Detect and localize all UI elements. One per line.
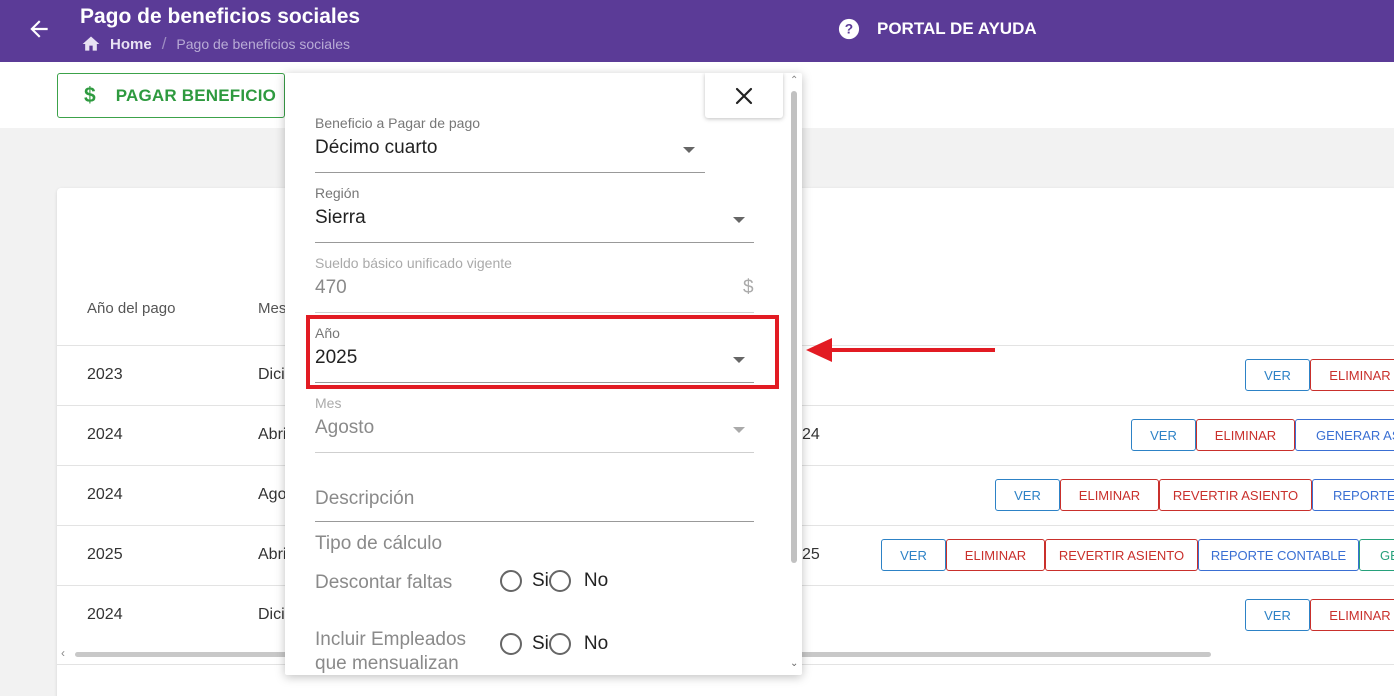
field-underline: [315, 172, 705, 173]
incluir-empleados-radio-group: Si No: [500, 633, 608, 655]
descontar-faltas-no-radio[interactable]: [548, 570, 571, 592]
incluir-empleados-si-radio[interactable]: [500, 633, 522, 655]
annotation-arrow-line: [827, 348, 995, 352]
tipo-calculo-label: Tipo de cálculo: [315, 533, 443, 554]
revertir-asiento-button[interactable]: REVERTIR ASIENTO: [1159, 479, 1312, 511]
scroll-down-icon[interactable]: ⌄: [790, 658, 798, 669]
reporte-contable-button[interactable]: REPORTE CONTABLE: [1198, 539, 1359, 571]
scrollbar-thumb[interactable]: [791, 91, 797, 563]
ver-button[interactable]: VER: [1245, 359, 1310, 391]
descontar-faltas-label: Descontar faltas: [315, 572, 453, 593]
revertir-asiento-button[interactable]: REVERTIR ASIENTO: [1045, 539, 1198, 571]
radio-label-si: Si: [532, 570, 549, 591]
dropdown-caret-icon: [733, 427, 745, 433]
sueldo-label: Sueldo básico unificado vigente: [315, 255, 512, 271]
breadcrumb: Home / Pago de beneficios sociales: [80, 34, 350, 54]
eliminar-button[interactable]: ELIMINAR: [1310, 599, 1394, 631]
help-portal-label: PORTAL DE AYUDA: [877, 19, 1037, 38]
back-arrow-icon[interactable]: [26, 16, 52, 42]
annotation-highlight-box: [306, 315, 779, 389]
field-underline: [315, 242, 754, 243]
cell-month: Ago: [258, 486, 287, 503]
mes-label: Mes: [315, 395, 342, 411]
ver-button[interactable]: VER: [881, 539, 946, 571]
cell-year: 2024: [87, 486, 123, 503]
eliminar-button[interactable]: ELIMINAR: [946, 539, 1045, 571]
incluir-empleados-label: Incluir Empleados: [315, 629, 467, 650]
dollar-icon: $: [84, 83, 96, 107]
generar-asiento-button[interactable]: GENERAR ASI: [1295, 419, 1394, 451]
scroll-left-icon[interactable]: ‹: [61, 646, 65, 660]
home-icon[interactable]: [80, 34, 102, 54]
generar-button[interactable]: GE: [1359, 539, 1394, 571]
field-underline: [315, 452, 754, 453]
close-icon: [735, 87, 753, 104]
help-icon: ?: [838, 18, 860, 40]
page-title: Pago de beneficios sociales: [80, 5, 361, 28]
column-header-month: Mes: [258, 300, 287, 317]
radio-label-no: No: [583, 633, 609, 654]
help-portal-link[interactable]: ? PORTAL DE AYUDA: [838, 18, 1037, 40]
beneficio-value: Décimo cuarto: [315, 137, 438, 158]
currency-suffix: $: [743, 277, 754, 298]
descontar-faltas-si-radio[interactable]: [500, 570, 522, 592]
cell-year-suffix: 25: [802, 546, 820, 563]
cell-month: Dici: [258, 366, 285, 383]
pagar-beneficio-label: PAGAR BENEFICIO: [115, 85, 277, 105]
column-header-year: Año del pago: [87, 300, 176, 317]
eliminar-button[interactable]: ELIMINAR: [1310, 359, 1394, 391]
cell-month: Dici: [258, 606, 285, 623]
eliminar-button[interactable]: ELIMINAR: [1196, 419, 1295, 451]
cell-month: Abri: [258, 426, 287, 443]
svg-text:?: ?: [845, 22, 853, 37]
eliminar-button[interactable]: ELIMINAR: [1060, 479, 1159, 511]
dropdown-caret-icon: [683, 147, 695, 153]
region-select[interactable]: Región Sierra: [315, 185, 754, 243]
cell-month: Abri: [258, 546, 287, 563]
close-button[interactable]: [705, 73, 783, 118]
breadcrumb-current: Pago de beneficios sociales: [176, 36, 350, 52]
cell-year: 2023: [87, 366, 123, 383]
mes-value: Agosto: [315, 417, 375, 438]
cell-year-suffix: 24: [802, 426, 820, 443]
reporte-contable-button[interactable]: REPORTE C: [1312, 479, 1394, 511]
field-underline: [315, 312, 754, 313]
sueldo-basico-field: Sueldo básico unificado vigente 470 $: [315, 255, 754, 313]
incluir-empleados-label-line2: que mensualizan: [315, 653, 459, 674]
dropdown-caret-icon: [733, 217, 745, 223]
descontar-faltas-radio-group: Si No: [500, 570, 608, 592]
region-label: Región: [315, 185, 360, 201]
pagar-beneficio-button[interactable]: $ PAGAR BENEFICIO: [57, 73, 285, 118]
cell-year: 2024: [87, 606, 123, 623]
incluir-empleados-no-radio[interactable]: [548, 633, 571, 655]
ver-button[interactable]: VER: [1245, 599, 1310, 631]
cell-year: 2025: [87, 546, 123, 563]
top-app-bar: Pago de beneficios sociales Home / Pago …: [0, 0, 1394, 62]
region-value: Sierra: [315, 207, 366, 228]
beneficio-label: Beneficio a Pagar de pago: [315, 115, 481, 131]
radio-label-no: No: [583, 570, 609, 591]
ver-button[interactable]: VER: [995, 479, 1060, 511]
ver-button[interactable]: VER: [1131, 419, 1196, 451]
scroll-up-icon[interactable]: ⌃: [790, 75, 798, 86]
breadcrumb-separator: /: [161, 34, 167, 53]
radio-label-si: Si: [532, 633, 549, 654]
breadcrumb-home-link[interactable]: Home: [110, 36, 152, 53]
sueldo-value: 470: [315, 277, 347, 298]
mes-select: Mes Agosto: [315, 395, 754, 453]
cell-year: 2024: [87, 426, 123, 443]
vertical-scrollbar[interactable]: ⌃ ⌄: [787, 73, 802, 675]
descripcion-input[interactable]: Descripción: [315, 486, 754, 523]
beneficio-select[interactable]: Beneficio a Pagar de pago Décimo cuarto: [315, 115, 705, 173]
descripcion-placeholder: Descripción: [315, 488, 415, 509]
field-underline: [315, 521, 754, 522]
